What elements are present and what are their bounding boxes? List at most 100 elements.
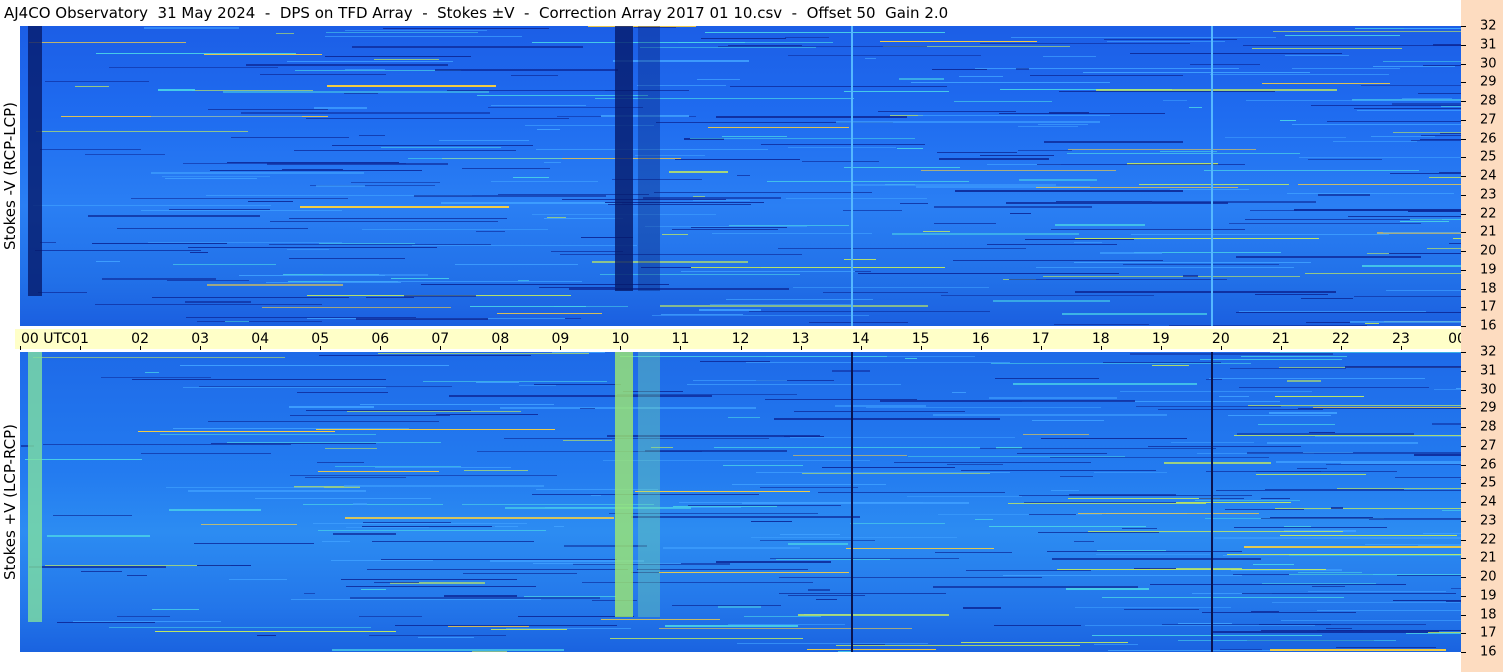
time-tick-mark — [560, 346, 562, 350]
frequency-tick — [1461, 326, 1466, 327]
spectrogram-streak — [506, 628, 631, 629]
spectrogram-streak — [1017, 453, 1107, 454]
spectrogram-streak — [836, 645, 1080, 646]
spectrogram-streak — [1389, 253, 1461, 254]
frequency-label: 22 — [1480, 532, 1497, 547]
spectrogram-streak — [1327, 121, 1461, 122]
spectrogram-streak — [359, 616, 422, 617]
spectrogram-streak — [688, 505, 841, 506]
spectrogram-streak — [322, 541, 350, 542]
frequency-label: 24 — [1480, 494, 1497, 510]
spectrogram-streak — [1406, 633, 1461, 634]
spectrogram-streak — [1365, 323, 1379, 324]
spectrogram-streak — [780, 534, 840, 535]
spectrogram-streak — [423, 381, 607, 382]
spectrogram-streak — [152, 297, 349, 298]
spectrogram-streak — [231, 137, 349, 138]
spectrogram-streak — [1371, 136, 1435, 137]
frequency-label: 21 — [1480, 224, 1497, 240]
frequency-tick — [1461, 520, 1466, 522]
spectrogram-streak — [1297, 468, 1327, 469]
spectrogram-streak — [1312, 586, 1345, 587]
spectrogram-streak — [436, 414, 538, 415]
spectrogram-streak — [1124, 609, 1199, 610]
spectrogram-streak — [954, 101, 1052, 102]
spectrogram-streak — [404, 295, 476, 297]
spectrogram-streak — [167, 280, 249, 281]
spectrogram-streak — [362, 526, 495, 527]
spectrogram-streak — [158, 89, 195, 91]
spectrogram-streak — [746, 362, 1010, 363]
spectrogram-streak — [325, 448, 377, 449]
spectrogram-streak — [1256, 471, 1321, 472]
frequency-tick — [1461, 502, 1466, 503]
spectrogram-streak — [732, 484, 886, 485]
spectrogram-streak — [591, 495, 601, 496]
spectrogram-streak — [947, 464, 1003, 465]
frequency-label: 26 — [1480, 457, 1497, 472]
spectrogram-streak — [85, 154, 165, 155]
time-tick-label: 02 — [131, 331, 149, 347]
spectrogram-streak — [937, 152, 1017, 153]
spectrogram-streak — [1333, 141, 1417, 142]
spectrogram-streak — [505, 507, 691, 509]
spectrogram-streak — [1318, 194, 1370, 196]
spectrogram-streak — [1052, 558, 1261, 560]
frequency-tick — [1461, 389, 1466, 391]
spectrogram-streak — [662, 234, 688, 235]
spectrogram-streak — [961, 470, 1156, 471]
spectrogram-streak — [306, 118, 569, 119]
spectrogram-streak — [241, 112, 490, 114]
spectrogram-streak — [1345, 366, 1461, 368]
spectrogram-streak — [151, 116, 302, 117]
frequency-label: 30 — [1480, 382, 1497, 397]
spectrogram-streak — [356, 318, 488, 320]
spectrogram-streak — [959, 76, 1003, 77]
spectrogram-streak — [1393, 600, 1461, 601]
spectrogram-streak — [1429, 177, 1461, 178]
spectrogram-streak — [1392, 103, 1461, 105]
spectrogram-streak — [1074, 242, 1102, 243]
spectrogram-streak — [316, 185, 365, 187]
spectrogram-streak — [995, 378, 1099, 379]
spectrogram-streak — [1337, 488, 1461, 489]
time-tick-label: 12 — [731, 331, 750, 347]
frequency-label: 25 — [1480, 149, 1497, 165]
spectrogram-streak — [939, 158, 1049, 160]
spectrogram-streak — [491, 181, 598, 182]
spectrogram-streak — [141, 210, 342, 211]
spectrogram-streak — [260, 74, 386, 75]
spectrogram-streak — [1258, 424, 1335, 425]
spectrogram-streak — [1169, 325, 1367, 326]
frequency-label: 25 — [1480, 475, 1497, 491]
spectrogram-streak — [319, 355, 531, 356]
spectrogram-streak — [109, 67, 278, 68]
frequency-label: 31 — [1480, 363, 1497, 379]
spectrogram-streak — [352, 46, 583, 48]
spectrogram-streak — [1402, 98, 1452, 99]
spectrogram-streak — [794, 411, 965, 412]
spectrogram-streak — [679, 502, 923, 503]
spectrogram-streak — [899, 78, 944, 80]
spectrogram-streak — [33, 357, 285, 358]
spectrogram-streak — [808, 589, 830, 591]
spectrogram-streak — [317, 462, 364, 463]
spectrogram-streak — [323, 274, 428, 276]
spectrogram-streak — [1204, 170, 1419, 171]
spectrogram-streak — [1055, 224, 1145, 226]
frequency-tick — [1461, 63, 1466, 65]
spectrogram-streak — [325, 56, 471, 57]
spectrogram-streak — [1418, 545, 1461, 546]
spectrogram-streak — [547, 217, 566, 218]
spectrogram-streak — [564, 545, 647, 547]
spectrogram-streak — [1261, 498, 1290, 499]
spectrogram-streak — [1421, 135, 1461, 136]
spectrogram-streak — [81, 571, 122, 572]
spectrogram-streak — [117, 228, 308, 229]
spectrogram-streak — [1242, 593, 1456, 594]
spectrogram-streak — [207, 284, 343, 286]
spectrogram-streak — [1008, 503, 1206, 504]
spectrogram-line — [851, 352, 853, 652]
spectrogram-streak — [40, 149, 141, 150]
spectrogram-streak — [225, 321, 249, 322]
